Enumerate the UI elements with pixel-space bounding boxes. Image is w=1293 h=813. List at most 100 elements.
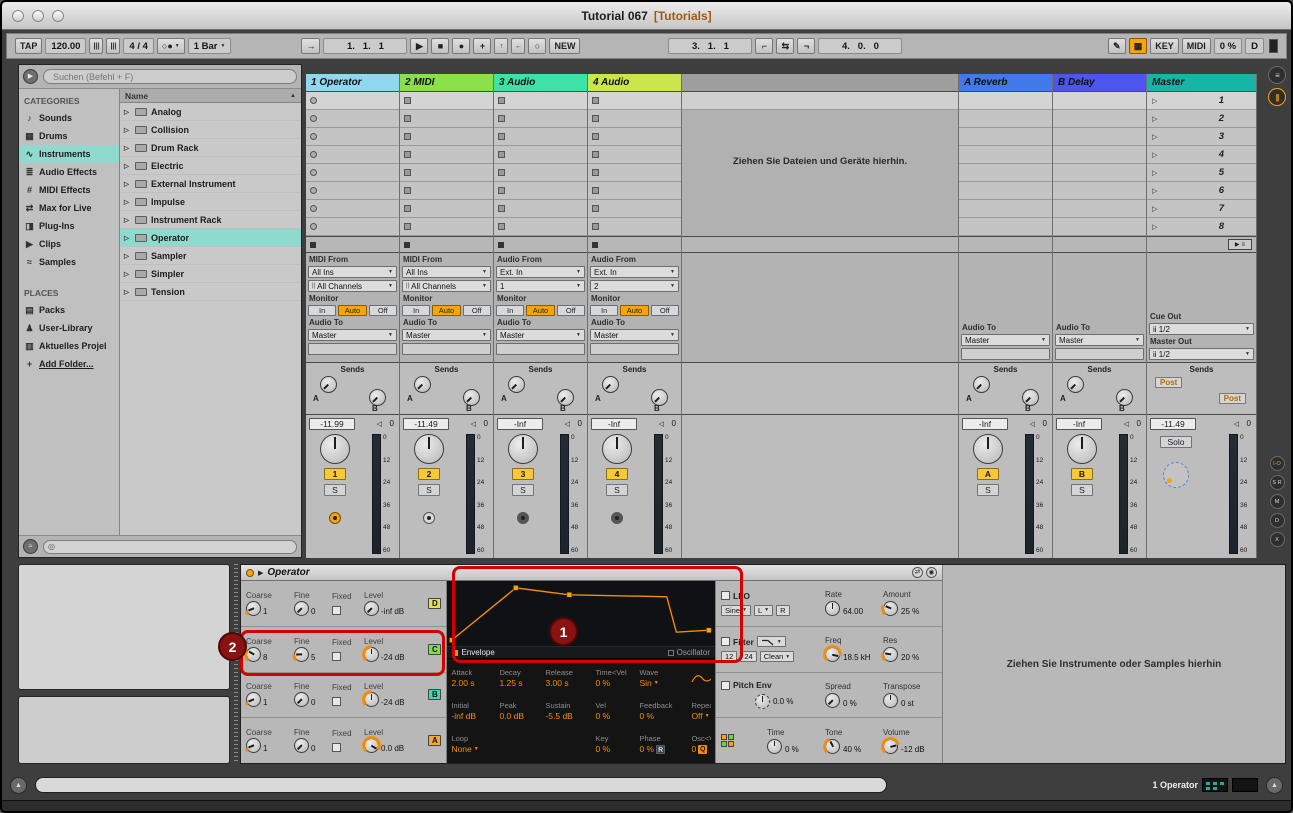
oscillator-d-selector[interactable]: D [428, 597, 442, 609]
clip-slot[interactable] [306, 182, 399, 200]
arm-button[interactable] [611, 512, 623, 524]
loop-start-display[interactable]: 3. 1. 1 [668, 38, 753, 54]
clip-slot[interactable] [494, 182, 587, 200]
sidebar-item-plug-ins[interactable]: ◨ Plug-Ins [19, 217, 119, 235]
input-type-chooser[interactable]: Ext. In ▼ [590, 266, 679, 278]
scene-launch-icon[interactable]: ▷ [1152, 223, 1157, 231]
monitor-off-button[interactable]: Off [462, 305, 491, 316]
clip-slot[interactable] [494, 128, 587, 146]
peak-level-display[interactable]: 0 [478, 419, 488, 428]
envelope-display[interactable] [447, 581, 715, 647]
disclosure-triangle-icon[interactable]: ▷ [124, 126, 131, 134]
badge-r[interactable]: R [656, 744, 666, 754]
monitor-in-button[interactable]: In [496, 305, 525, 316]
show-info-toggle[interactable]: ▲ [10, 776, 27, 794]
scene-slot[interactable]: ▷ 4 [1147, 146, 1256, 164]
preview-volume-knob[interactable] [1163, 462, 1189, 488]
browser-item-operator[interactable]: ▷ Operator [120, 229, 301, 247]
track-activator-button[interactable]: A [977, 468, 999, 480]
disclosure-triangle-icon[interactable]: ▷ [124, 180, 131, 188]
clip-slot[interactable] [306, 200, 399, 218]
param-release[interactable]: Release 3.00 s [545, 661, 595, 694]
track-volume-display[interactable]: -Inf [1056, 417, 1102, 430]
close-window-button[interactable] [12, 9, 24, 22]
track-volume-display[interactable]: -Inf [591, 417, 637, 430]
clip-slot[interactable] [494, 92, 587, 110]
fine-knob[interactable] [294, 738, 309, 754]
filter-type-select[interactable]: ▼ [756, 636, 786, 648]
track-activator-button[interactable]: 2 [418, 468, 440, 480]
tone-knob[interactable] [825, 738, 840, 754]
clip-slot[interactable] [400, 164, 493, 182]
browser-item-instrument-rack[interactable]: ▷ Instrument Rack [120, 211, 301, 229]
algorithm-display-icon[interactable] [721, 734, 763, 748]
search-input[interactable] [43, 69, 297, 84]
param-time-vel[interactable]: Time<Vel 0 % [595, 661, 639, 694]
fixed-checkbox[interactable] [332, 697, 341, 707]
arrangement-position-display[interactable]: 1. 1. 1 [323, 38, 408, 54]
clip-slot[interactable] [588, 164, 681, 182]
sidebar-item-clips[interactable]: ▶ Clips [19, 235, 119, 253]
punch-out-button[interactable]: ¬ [797, 38, 816, 54]
monitor-auto-button[interactable]: Auto [526, 305, 555, 316]
track-activator-button[interactable]: 1 [324, 468, 346, 480]
clip-slot[interactable] [400, 182, 493, 200]
lfo-rate-knob[interactable] [825, 601, 840, 617]
coarse-knob[interactable] [246, 600, 261, 616]
monitor-in-button[interactable]: In [308, 305, 337, 316]
clip-slot[interactable] [400, 218, 493, 236]
sidebar-item-user-library[interactable]: ♟ User-Library [19, 319, 119, 337]
mixer-toggle-m[interactable]: M [1269, 494, 1285, 509]
browser-item-collision[interactable]: ▷ Collision [120, 121, 301, 139]
oscillator-b-selector[interactable]: B [428, 689, 442, 701]
fixed-checkbox[interactable] [332, 743, 341, 753]
scene-slot[interactable]: ▷ 6 [1147, 182, 1256, 200]
clip-slot[interactable] [588, 92, 681, 110]
disclosure-triangle-icon[interactable]: ▷ [124, 252, 131, 260]
filter-circuit-select[interactable]: Clean ▼ [759, 651, 795, 663]
sidebar-item-midi-effects[interactable]: # MIDI Effects [19, 181, 119, 199]
peak-level-display[interactable]: 0 [1131, 419, 1141, 428]
track-activator-button[interactable]: 4 [606, 468, 628, 480]
sidebar-item-drums[interactable]: ▦ Drums [19, 127, 119, 145]
output-type-chooser[interactable]: Master ▼ [590, 329, 679, 341]
level-knob[interactable] [364, 600, 379, 616]
send-a-knob[interactable] [973, 376, 990, 393]
scene-slot[interactable]: ▷ 3 [1147, 128, 1256, 146]
preview-tab[interactable]: ◎ [43, 539, 297, 554]
level-knob[interactable] [364, 646, 379, 662]
disclosure-triangle-icon[interactable]: ▷ [124, 234, 131, 242]
lfo-on-checkbox[interactable] [721, 591, 730, 601]
new-button[interactable]: NEW [549, 38, 581, 54]
track-volume-display[interactable]: -11.49 [1150, 417, 1196, 430]
automation-arm-button[interactable]: ↑ [494, 38, 509, 54]
clip-slot[interactable] [306, 92, 399, 110]
track-title[interactable]: 1 Operator [306, 74, 399, 92]
clip-slot[interactable] [400, 128, 493, 146]
tempo-display[interactable]: 120.00 [45, 38, 87, 54]
record-button[interactable]: ● [452, 38, 471, 54]
clip-slot[interactable] [588, 200, 681, 218]
clip-slot[interactable] [400, 146, 493, 164]
output-type-chooser[interactable]: Master ▼ [402, 329, 491, 341]
cue-out-chooser[interactable]: ii 1/2 ▼ [1149, 323, 1254, 335]
display-tab-oscillator[interactable]: Oscillator [667, 648, 710, 657]
show-detail-toggle[interactable]: ▲ [1266, 776, 1283, 794]
session-view-toggle[interactable]: ||| [1268, 88, 1286, 106]
browser-item-simpler[interactable]: ▷ Simpler [120, 265, 301, 283]
mixer-toggle-x[interactable]: X [1269, 532, 1285, 547]
send-a-knob[interactable] [508, 376, 525, 393]
solo-button[interactable]: S [606, 484, 628, 496]
level-knob[interactable] [364, 692, 379, 708]
monitor-off-button[interactable]: Off [556, 305, 585, 316]
save-preset-icon[interactable]: ◉ [926, 567, 937, 578]
param-wave[interactable]: Wave Sin ▼ [639, 661, 691, 694]
lfo-waveform-select[interactable]: Sine ▼ [721, 604, 751, 616]
scene-slot[interactable]: ▷ 8 [1147, 218, 1256, 236]
clip-slot[interactable] [494, 218, 587, 236]
clip-slot[interactable] [588, 182, 681, 200]
disclosure-triangle-icon[interactable]: ▷ [124, 108, 131, 116]
scene-slot[interactable]: ▷ 1 [1147, 92, 1256, 110]
zoom-window-button[interactable] [52, 9, 64, 22]
monitor-in-button[interactable]: In [590, 305, 619, 316]
